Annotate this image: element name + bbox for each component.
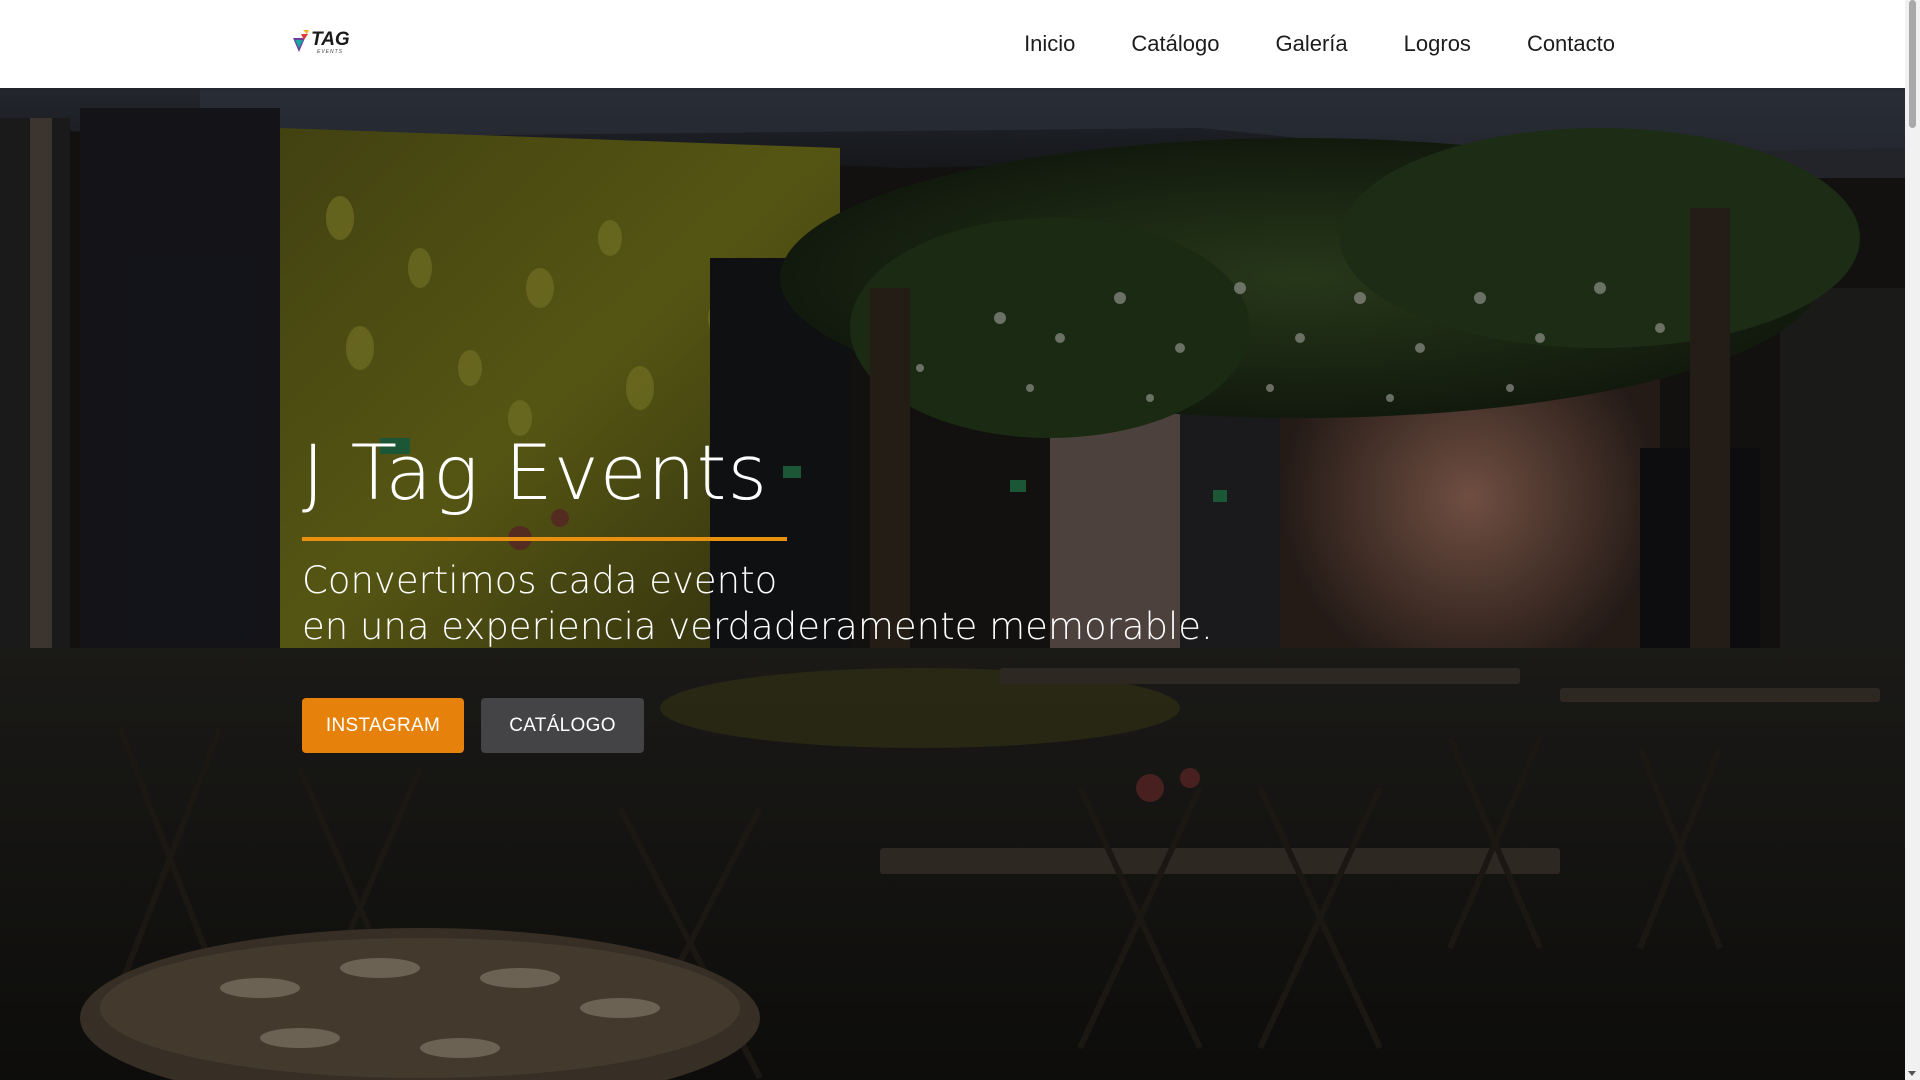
- hero-subtitle-line-1: Convertimos cada evento: [302, 559, 778, 602]
- hero-subtitle-line-2: en una experiencia verdaderamente memora…: [302, 605, 1213, 648]
- svg-text:TAG: TAG: [311, 29, 350, 50]
- main-nav: Inicio Catálogo Galería Logros Contacto: [1024, 0, 1615, 88]
- site-header: TAG EVENTS Inicio Catálogo Galería Logro…: [0, 0, 1905, 88]
- scroll-down-arrow-icon[interactable]: [1908, 1071, 1916, 1076]
- nav-contacto[interactable]: Contacto: [1527, 31, 1615, 57]
- catalog-button[interactable]: CATÁLOGO: [481, 698, 644, 753]
- hero-subtitle: Convertimos cada evento en una experienc…: [302, 558, 1213, 650]
- page-scrollbar[interactable]: [1905, 0, 1920, 1080]
- tag-logo-icon[interactable]: TAG EVENTS: [291, 26, 365, 60]
- svg-text:EVENTS: EVENTS: [317, 49, 343, 55]
- nav-galeria[interactable]: Galería: [1276, 31, 1348, 57]
- nav-logros[interactable]: Logros: [1404, 31, 1471, 57]
- instagram-button[interactable]: INSTAGRAM: [302, 698, 464, 753]
- hero-content: J Tag Events Convertimos cada evento en …: [302, 88, 1213, 1080]
- page-viewport: TAG EVENTS Inicio Catálogo Galería Logro…: [0, 0, 1905, 1080]
- hero-title: J Tag Events: [302, 428, 769, 517]
- nav-catalogo[interactable]: Catálogo: [1131, 31, 1219, 57]
- hero-section: J Tag Events Convertimos cada evento en …: [0, 88, 1905, 1080]
- hero-buttons: INSTAGRAM CATÁLOGO: [302, 698, 644, 753]
- title-underline: [302, 537, 787, 541]
- nav-inicio[interactable]: Inicio: [1024, 31, 1075, 57]
- scrollbar-thumb[interactable]: [1909, 0, 1916, 128]
